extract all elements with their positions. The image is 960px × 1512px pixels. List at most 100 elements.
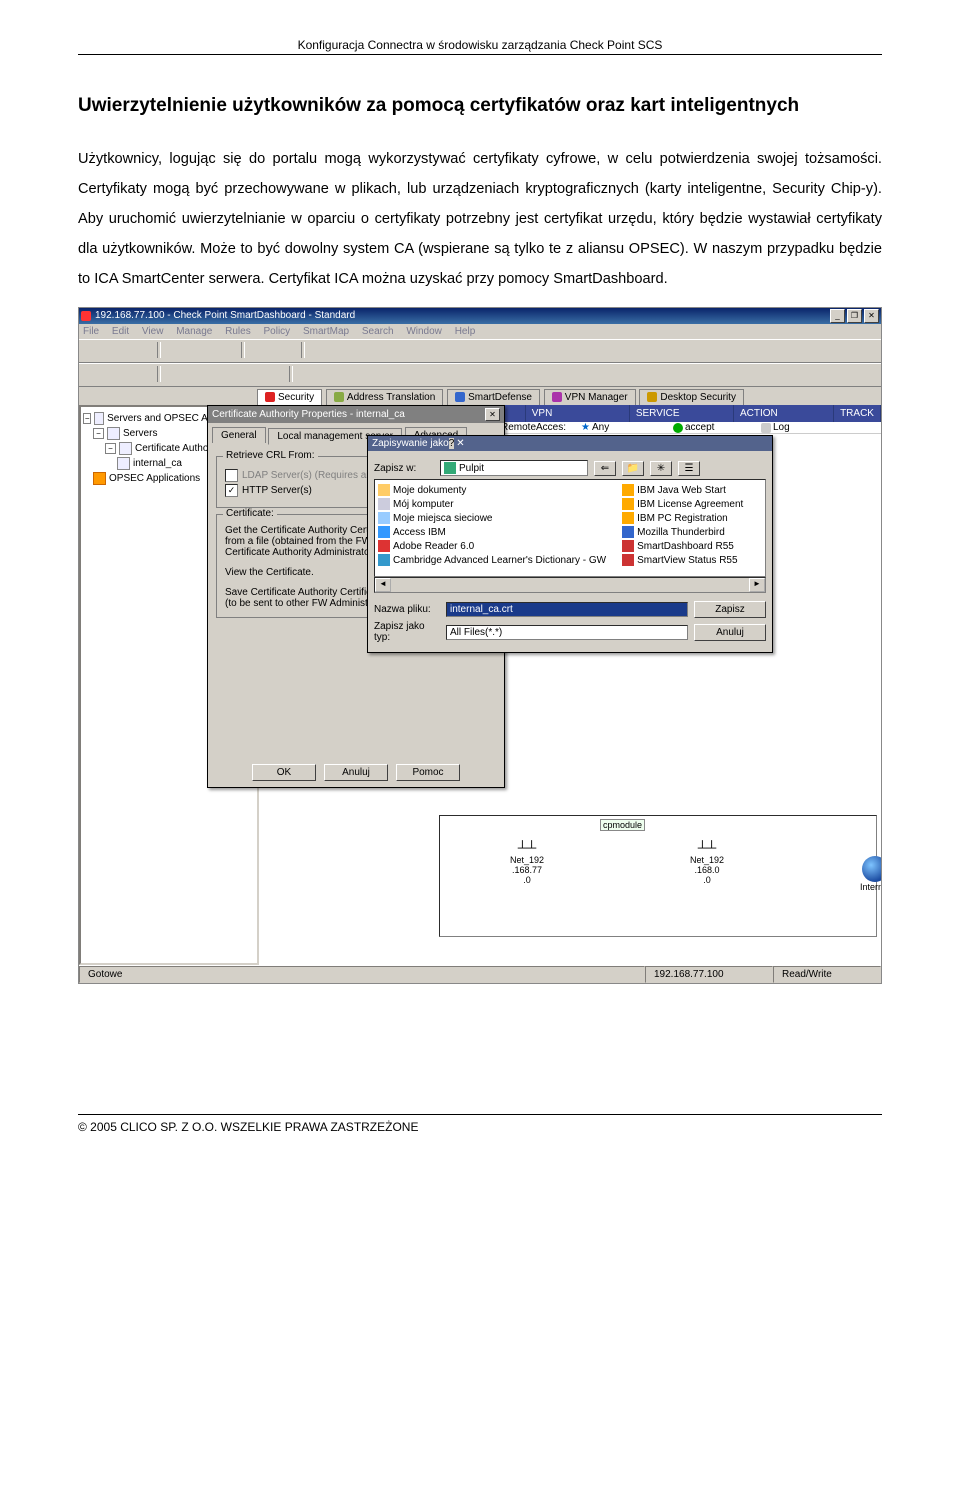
menu-edit[interactable]: Edit <box>112 326 129 337</box>
up-button[interactable]: ⇐ <box>594 461 616 476</box>
tool-btn[interactable] <box>167 342 187 360</box>
menu-view[interactable]: View <box>142 326 164 337</box>
list-item[interactable]: Mój komputer <box>378 497 606 511</box>
checkbox-icon: ✓ <box>225 484 238 497</box>
dialog-close-button[interactable]: ✕ <box>485 408 500 421</box>
tool-btn[interactable] <box>107 366 127 384</box>
app-icon <box>622 498 634 510</box>
tool-btn[interactable] <box>299 366 319 384</box>
tool-btn[interactable] <box>251 342 271 360</box>
list-item[interactable]: Cambridge Advanced Learner's Dictionary … <box>378 553 606 567</box>
computer-icon <box>378 498 390 510</box>
app-icon <box>622 512 634 524</box>
tab-address-translation[interactable]: Address Translation <box>326 389 443 405</box>
list-item[interactable]: IBM License Agreement <box>622 497 743 511</box>
views-button[interactable]: ☰ <box>678 461 700 476</box>
smartmap: cpmodule ┴┴ Net_192.168.77.0 ┴┴ Net_192.… <box>439 815 877 937</box>
node-internet[interactable]: Internet <box>860 856 881 892</box>
opsec-icon <box>93 472 106 485</box>
tab-security[interactable]: Security <box>257 389 322 405</box>
tool-btn[interactable] <box>83 366 103 384</box>
filetype-combo[interactable]: All Files(*.*) <box>446 625 688 640</box>
app-screenshot: 192.168.77.100 - Check Point SmartDashbo… <box>78 307 882 985</box>
cancel-button[interactable]: Anuluj <box>324 764 388 781</box>
save-as-dialog: Zapisywanie jako ? ✕ Zapisz w: Pulpit ⇐ … <box>367 435 773 653</box>
tool-btn[interactable] <box>311 342 331 360</box>
status-bar: Gotowe 192.168.77.100 Read/Write <box>79 965 881 983</box>
tool-btn[interactable] <box>83 342 103 360</box>
menu-file[interactable]: File <box>83 326 99 337</box>
ok-button[interactable]: OK <box>252 764 316 781</box>
close-button[interactable]: ✕ <box>864 309 879 323</box>
dialog-titlebar: Certificate Authority Properties - inter… <box>208 406 504 423</box>
list-item[interactable]: IBM Java Web Start <box>622 483 743 497</box>
node-cpmodule[interactable]: cpmodule <box>600 820 645 830</box>
tool-btn[interactable] <box>167 366 187 384</box>
menu-help[interactable]: Help <box>455 326 476 337</box>
menubar: File Edit View Manage Rules Policy Smart… <box>79 324 881 339</box>
cert-icon <box>119 442 132 455</box>
tool-btn[interactable] <box>383 342 403 360</box>
collapse-icon[interactable]: − <box>93 428 104 439</box>
list-item[interactable]: SmartDashboard R55 <box>622 539 743 553</box>
log-icon <box>761 423 771 433</box>
shield-icon <box>265 392 275 402</box>
menu-smartmap[interactable]: SmartMap <box>303 326 349 337</box>
maximize-button[interactable]: ❐ <box>847 309 862 323</box>
tab-smartdefense[interactable]: SmartDefense <box>447 389 540 405</box>
menu-search[interactable]: Search <box>362 326 394 337</box>
menu-policy[interactable]: Policy <box>263 326 290 337</box>
tool-btn[interactable] <box>335 342 355 360</box>
save-close-button[interactable]: ✕ <box>456 438 464 449</box>
tool-btn[interactable] <box>275 342 295 360</box>
app-icon <box>378 540 390 552</box>
save-location-combo[interactable]: Pulpit <box>440 460 588 476</box>
tool-btn[interactable] <box>131 366 151 384</box>
collapse-icon[interactable]: − <box>83 413 91 424</box>
save-help-button[interactable]: ? <box>449 438 455 449</box>
cancel-save-button[interactable]: Anuluj <box>694 624 766 641</box>
node-net1[interactable]: ┴┴ Net_192.168.77.0 <box>510 840 544 885</box>
tool-btn[interactable] <box>131 342 151 360</box>
help-button[interactable]: Pomoc <box>396 764 460 781</box>
file-list[interactable]: Moje dokumenty Mój komputer Moje miejsca… <box>374 479 766 577</box>
app-icon <box>622 540 634 552</box>
list-item[interactable]: Adobe Reader 6.0 <box>378 539 606 553</box>
save-button[interactable]: Zapisz <box>694 601 766 618</box>
status-text: Gotowe <box>79 966 645 983</box>
checkbox-icon <box>225 469 238 482</box>
up-folder-button[interactable]: 📁 <box>622 461 644 476</box>
list-item[interactable]: Moje miejsca sieciowe <box>378 511 606 525</box>
tool-btn[interactable] <box>239 366 259 384</box>
menu-rules[interactable]: Rules <box>225 326 251 337</box>
scroll-left[interactable]: ◄ <box>375 578 391 592</box>
list-item[interactable]: SmartView Status R55 <box>622 553 743 567</box>
tab-desktop-security[interactable]: Desktop Security <box>639 389 744 405</box>
tool-btn[interactable] <box>323 366 343 384</box>
menu-manage[interactable]: Manage <box>176 326 212 337</box>
list-item[interactable]: IBM PC Registration <box>622 511 743 525</box>
list-item[interactable]: Mozilla Thunderbird <box>622 525 743 539</box>
copyright: © 2005 CLICO SP. Z O.O. WSZELKIE PRAWA Z… <box>78 1120 418 1134</box>
tool-btn[interactable] <box>359 342 379 360</box>
tab-vpn-manager[interactable]: VPN Manager <box>544 389 636 405</box>
node-net2[interactable]: ┴┴ Net_192.168.0.0 <box>690 840 724 885</box>
minimize-button[interactable]: _ <box>830 309 845 323</box>
tool-btn[interactable] <box>263 366 283 384</box>
list-item[interactable]: Access IBM <box>378 525 606 539</box>
collapse-icon[interactable]: − <box>105 443 116 454</box>
list-item[interactable]: Moje dokumenty <box>378 483 606 497</box>
tool-btn[interactable] <box>215 366 235 384</box>
page-header: Konfiguracja Connectra w środowisku zarz… <box>78 38 882 52</box>
new-folder-button[interactable]: ✳ <box>650 461 672 476</box>
tool-btn[interactable] <box>215 342 235 360</box>
desktop-icon <box>444 462 456 474</box>
tab-general[interactable]: General <box>212 427 266 443</box>
scroll-right[interactable]: ► <box>749 578 765 592</box>
tool-btn[interactable] <box>107 342 127 360</box>
menu-window[interactable]: Window <box>406 326 442 337</box>
tool-btn[interactable] <box>191 342 211 360</box>
filename-input[interactable]: internal_ca.crt <box>446 602 688 617</box>
h-scrollbar[interactable]: ◄► <box>374 577 766 593</box>
tool-btn[interactable] <box>191 366 211 384</box>
